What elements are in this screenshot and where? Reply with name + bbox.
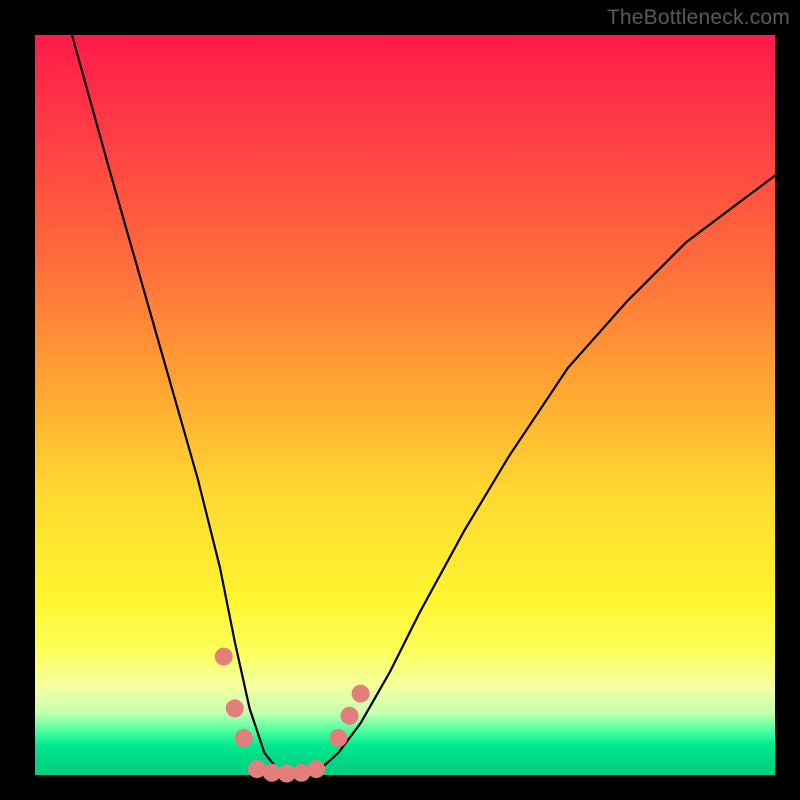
curve-marker [235, 729, 253, 747]
plot-area [35, 35, 775, 775]
curve-marker [307, 760, 325, 778]
curve-marker [215, 648, 233, 666]
curve-marker [352, 685, 370, 703]
watermark-text: TheBottleneck.com [607, 6, 790, 30]
curve-marker [226, 699, 244, 717]
curve-marker [341, 707, 359, 725]
bottleneck-curve [72, 35, 775, 775]
curve-layer [35, 35, 775, 775]
curve-marker [329, 729, 347, 747]
marker-group [215, 648, 370, 783]
chart-frame: TheBottleneck.com [0, 0, 800, 800]
